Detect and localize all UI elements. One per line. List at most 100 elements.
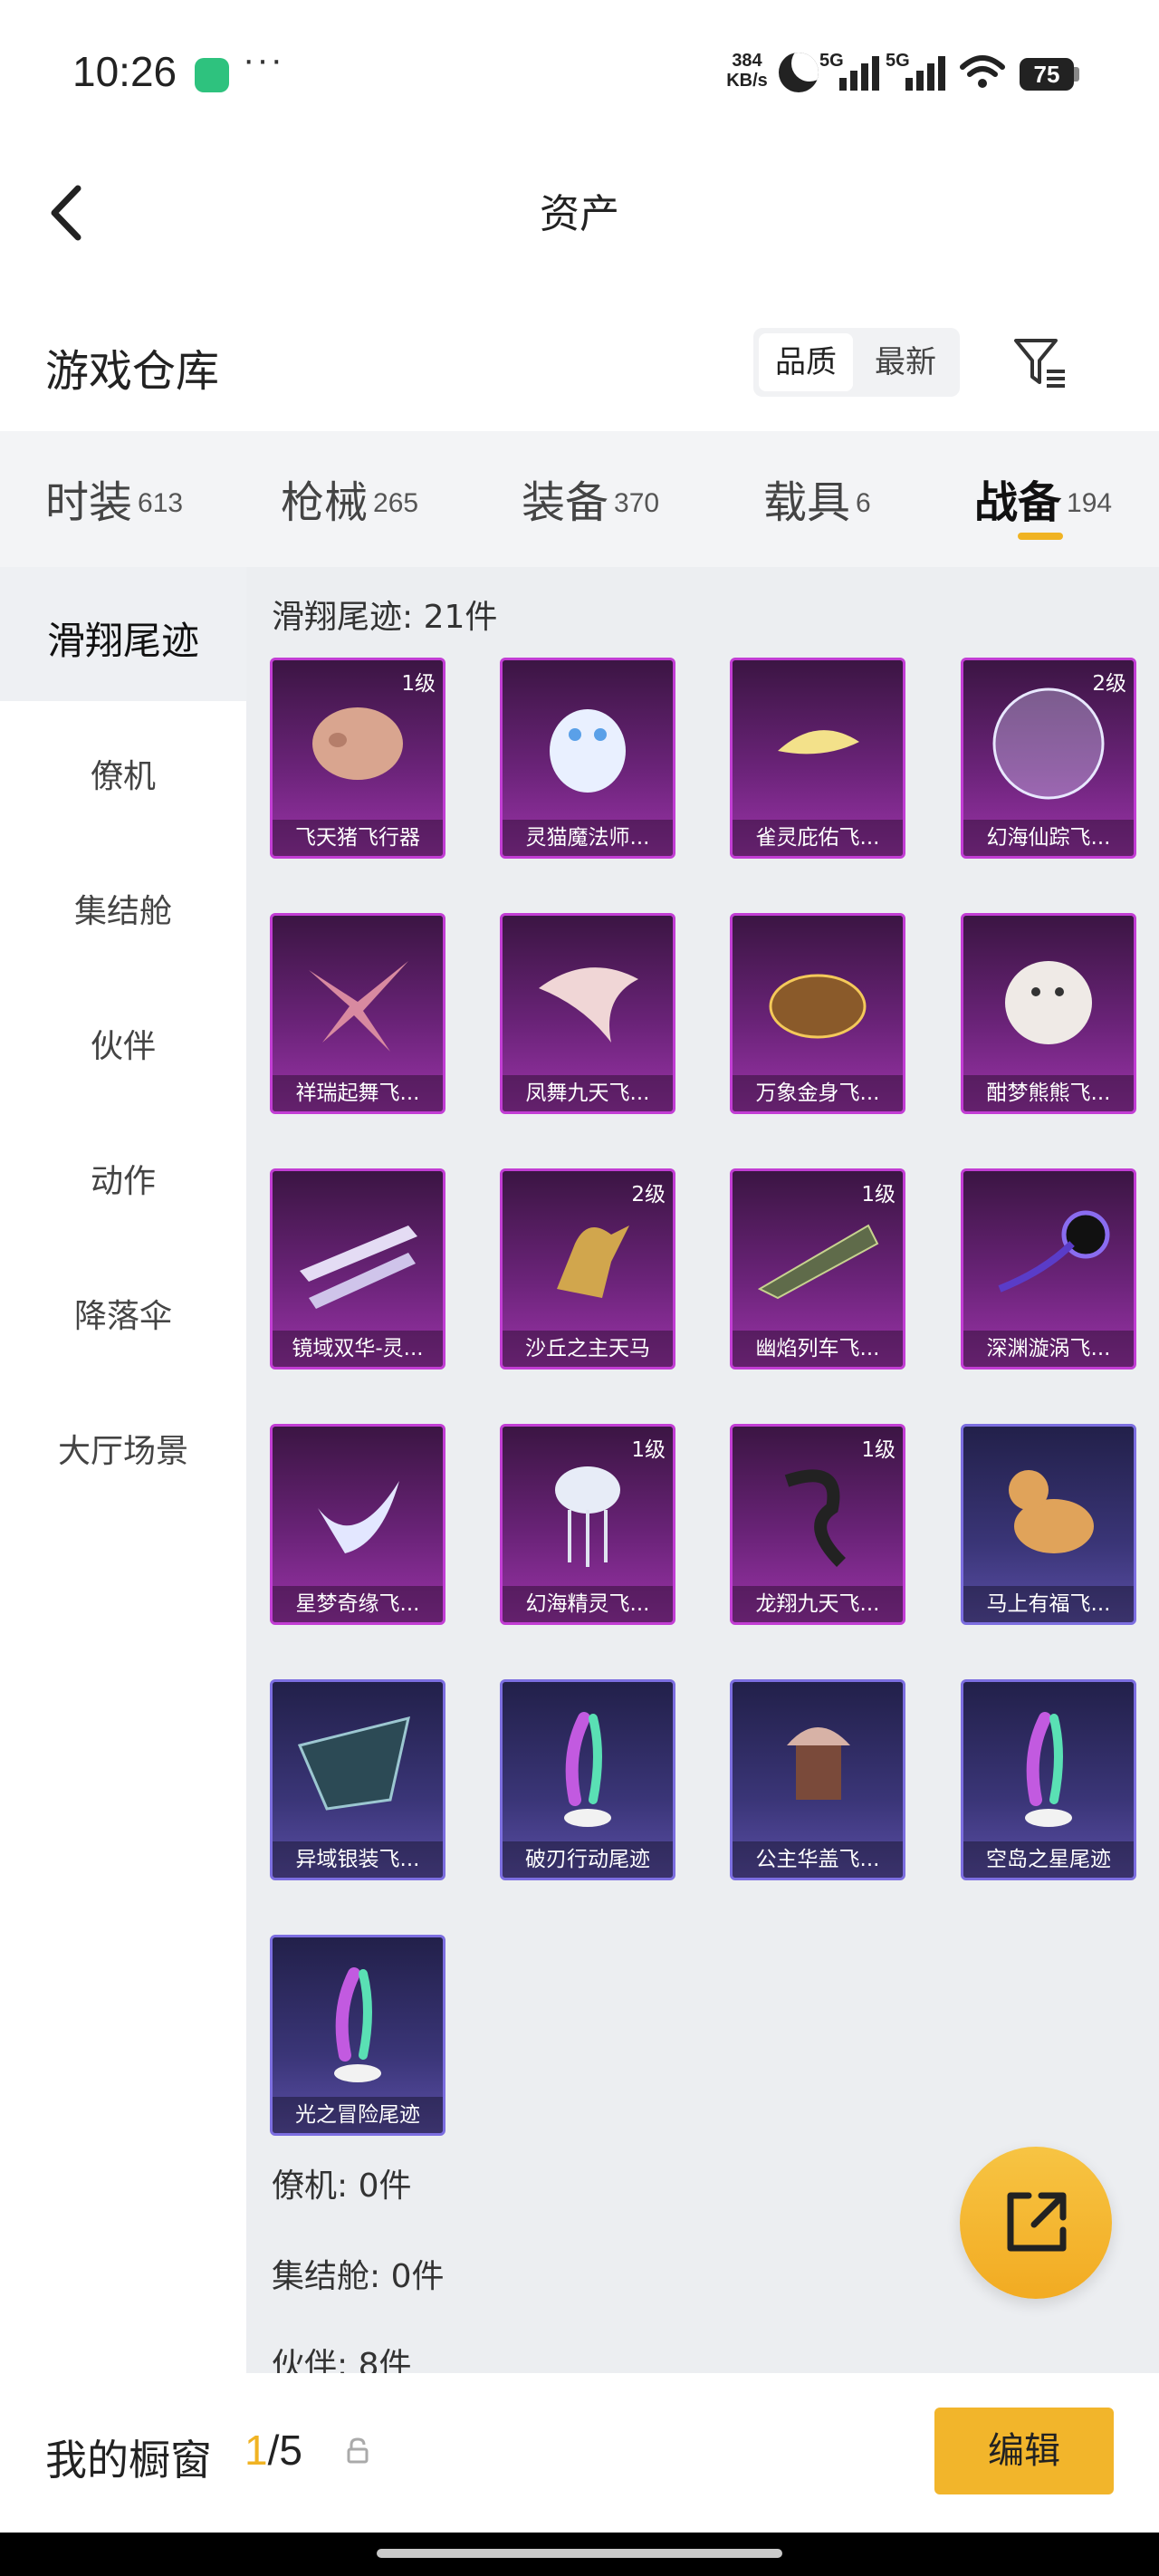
lock-icon — [347, 2437, 369, 2464]
smoke-trail-icon — [334, 1967, 381, 2082]
item-name: 飞天猪飞行器 — [273, 820, 443, 856]
edit-button[interactable]: 编辑 — [934, 2408, 1114, 2494]
battery-icon: 75 — [1020, 58, 1074, 91]
showcase-count: 1/5 — [244, 2427, 302, 2474]
tab-fashion[interactable]: 时装 613 — [45, 466, 183, 528]
item-name: 幽焰列车飞... — [733, 1331, 903, 1367]
item-card[interactable]: 1级幽焰列车飞... — [730, 1168, 905, 1370]
item-name: 星梦奇缘飞... — [273, 1586, 443, 1622]
item-name: 凤舞九天飞... — [503, 1075, 673, 1111]
item-card[interactable]: 公主华盖飞... — [730, 1679, 905, 1880]
sort-toggle: 品质 最新 — [753, 328, 960, 397]
item-card[interactable]: 灵猫魔法师... — [500, 658, 675, 859]
sidebar-item-glide-trail[interactable]: 滑翔尾迹 — [0, 610, 246, 666]
sidebar-item-emote[interactable]: 动作 — [0, 1155, 246, 1202]
item-name: 沙丘之主天马 — [503, 1331, 673, 1367]
item-name: 雀灵庇佑飞... — [733, 820, 903, 856]
sort-quality-button[interactable]: 品质 — [759, 333, 853, 391]
wechat-icon — [195, 58, 229, 92]
item-card[interactable]: 凤舞九天飞... — [500, 913, 675, 1114]
item-card[interactable]: 万象金身飞... — [730, 913, 905, 1114]
horse-icon — [1009, 1470, 1094, 1553]
item-name: 深渊漩涡飞... — [963, 1331, 1134, 1367]
item-level: 2级 — [1092, 672, 1126, 696]
sort-newest-button[interactable]: 最新 — [858, 333, 953, 391]
item-name: 酣梦熊熊飞... — [963, 1075, 1134, 1111]
comet-icon — [769, 974, 867, 1039]
sidebar — [0, 567, 246, 2379]
item-name: 万象金身飞... — [733, 1075, 903, 1111]
item-card[interactable]: 2级沙丘之主天马 — [500, 1168, 675, 1370]
smoke-trail-icon — [564, 1712, 611, 1827]
net-speed: 384 KB/s — [726, 51, 768, 91]
tab-battle-prep[interactable]: 战备 194 — [974, 466, 1112, 528]
item-level: 1级 — [861, 1438, 896, 1462]
item-card[interactable]: 破刃行动尾迹 — [500, 1679, 675, 1880]
share-fab[interactable] — [960, 2147, 1112, 2299]
sidebar-item-parachute[interactable]: 降落伞 — [0, 1290, 246, 1337]
rally-pod-count: 集结舱: 0件 — [272, 2258, 445, 2295]
phoenix-icon — [539, 967, 638, 1043]
item-card[interactable]: 祥瑞起舞飞... — [270, 913, 445, 1114]
item-card[interactable]: 雀灵庇佑飞... — [730, 658, 905, 859]
item-card[interactable]: 深渊漩涡飞... — [961, 1168, 1136, 1370]
item-name: 祥瑞起舞飞... — [273, 1075, 443, 1111]
sidebar-item-wingman[interactable]: 僚机 — [0, 750, 246, 797]
section-title: 游戏仓库 — [45, 346, 220, 397]
bear-icon — [1005, 961, 1092, 1044]
signal-2-icon: 5G — [886, 51, 945, 94]
more-dots-icon: ··· — [243, 40, 284, 80]
moon-icon — [779, 53, 819, 92]
item-name: 光之冒险尾迹 — [273, 2097, 443, 2133]
home-indicator[interactable] — [377, 2549, 782, 2558]
cat-icon — [550, 709, 626, 793]
battery-tip — [1074, 67, 1079, 82]
item-card[interactable]: 镜域双华-灵... — [270, 1168, 445, 1370]
vortex-icon — [998, 1210, 1110, 1293]
crystal-icon — [300, 1226, 417, 1309]
item-card[interactable]: 1级 龙翔九天飞... — [730, 1424, 905, 1625]
wifi-icon — [960, 55, 1005, 88]
item-level: 1级 — [401, 672, 436, 696]
item-card[interactable]: 星梦奇缘飞... — [270, 1424, 445, 1625]
status-time: 10:26 — [72, 48, 177, 95]
my-showcase-label: 我的橱窗 — [45, 2436, 212, 2485]
canopy-icon — [787, 1727, 850, 1800]
item-card[interactable]: 2级幻海仙踪飞... — [961, 658, 1136, 859]
item-name: 公主华盖飞... — [733, 1841, 903, 1878]
sidebar-item-partner[interactable]: 伙伴 — [0, 1020, 246, 1067]
sidebar-item-lobby-scene[interactable]: 大厅场景 — [0, 1425, 246, 1472]
tab-vehicles[interactable]: 载具 6 — [763, 466, 871, 528]
star-ribbon-icon — [309, 961, 408, 1052]
page-title: 资产 — [540, 191, 619, 237]
glider-icon — [297, 1716, 410, 1811]
item-name: 马上有福飞... — [963, 1586, 1134, 1622]
item-name: 灵猫魔法师... — [503, 820, 673, 856]
item-card[interactable]: 1级 幻海精灵飞... — [500, 1424, 675, 1625]
signal-1-icon: 5G — [819, 51, 879, 94]
item-card[interactable]: 空岛之星尾迹 — [961, 1679, 1136, 1880]
sidebar-item-rally-pod[interactable]: 集结舱 — [0, 885, 246, 932]
item-name: 破刃行动尾迹 — [503, 1841, 673, 1878]
item-card[interactable]: 光之冒险尾迹 — [270, 1935, 445, 2136]
item-card[interactable]: 异域银装飞... — [270, 1679, 445, 1880]
item-name: 镜域双华-灵... — [273, 1331, 443, 1367]
wing-icon — [318, 1481, 399, 1553]
bird-icon — [778, 730, 859, 755]
glide-trail-count: 滑翔尾迹: 21件 — [272, 599, 498, 636]
item-card[interactable]: 马上有福飞... — [961, 1424, 1136, 1625]
tab-equipment[interactable]: 装备 370 — [522, 466, 659, 528]
item-card[interactable]: 1级飞天猪飞行器 — [270, 658, 445, 859]
filter-icon[interactable] — [1011, 333, 1068, 391]
smoke-trail-icon — [1025, 1712, 1072, 1827]
item-level: 1级 — [861, 1183, 896, 1206]
item-name: 空岛之星尾迹 — [963, 1841, 1134, 1878]
external-link-icon — [1007, 2192, 1067, 2252]
wingman-count: 僚机: 0件 — [272, 2167, 412, 2205]
tab-weapons[interactable]: 枪械 265 — [281, 466, 418, 528]
item-name: 异域银装飞... — [273, 1841, 443, 1878]
item-level: 2级 — [631, 1183, 666, 1206]
item-name: 幻海精灵飞... — [503, 1586, 673, 1622]
item-name: 幻海仙踪飞... — [963, 820, 1134, 856]
item-card[interactable]: 酣梦熊熊飞... — [961, 913, 1136, 1114]
